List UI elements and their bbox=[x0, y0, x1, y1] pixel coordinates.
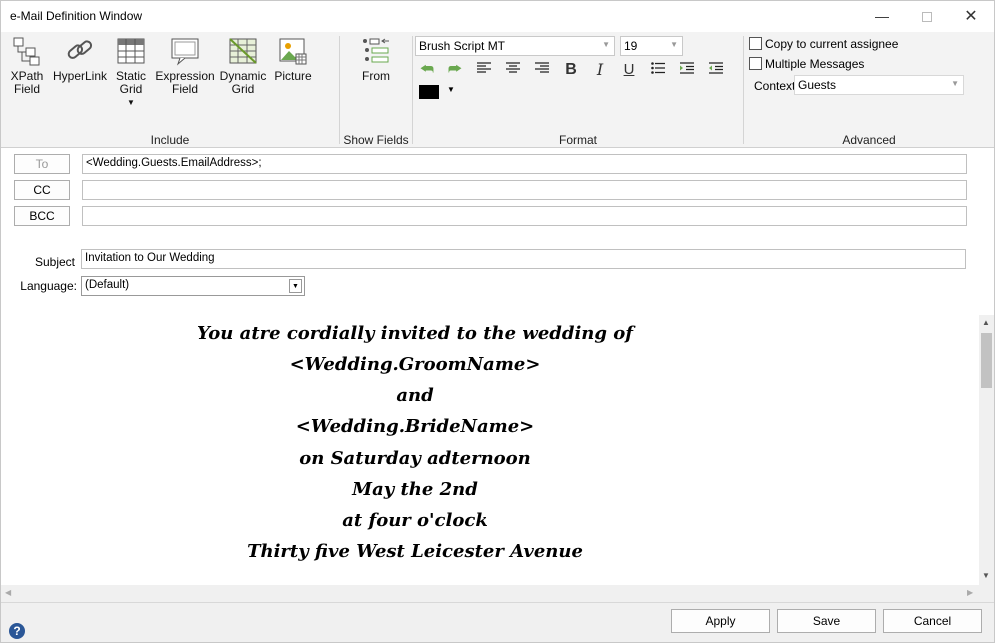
fields-list-icon bbox=[363, 38, 389, 63]
italic-icon[interactable]: I bbox=[589, 60, 611, 80]
subject-field[interactable]: Invitation to Our Wedding bbox=[81, 249, 966, 269]
to-field[interactable]: <Wedding.Guests.EmailAddress>; bbox=[82, 154, 967, 174]
bullet-list-icon[interactable] bbox=[647, 60, 669, 80]
maximize-icon[interactable] bbox=[904, 1, 950, 32]
font-family-select[interactable]: Brush Script MT ▼ bbox=[415, 36, 615, 56]
scroll-up-icon[interactable]: ▲ bbox=[982, 318, 990, 327]
footer-bar: ? Apply Save Cancel bbox=[1, 602, 994, 642]
dynamic-grid-button[interactable]: Dynamic Grid bbox=[218, 36, 268, 96]
cc-field[interactable] bbox=[82, 180, 967, 200]
copy-assignee-checkbox[interactable] bbox=[749, 37, 762, 50]
multiple-messages-checkbox[interactable] bbox=[749, 57, 762, 70]
message-body-editor[interactable]: You atre cordially invited to the weddin… bbox=[9, 315, 979, 583]
include-group-label: Include bbox=[150, 133, 190, 147]
format-group: Brush Script MT ▼ 19 ▼ ⮪ ⮫ B I U ▼ Forma… bbox=[413, 32, 743, 148]
multiple-messages-label: Multiple Messages bbox=[765, 57, 865, 71]
redo-icon[interactable]: ⮫ bbox=[444, 60, 466, 80]
underline-icon[interactable]: U bbox=[618, 60, 640, 80]
undo-icon[interactable]: ⮪ bbox=[416, 60, 438, 80]
title-bar: e-Mail Definition Window — ✕ bbox=[1, 1, 994, 32]
body-line: on Saturday adternoon bbox=[299, 448, 531, 469]
body-line: May the 2nd bbox=[352, 479, 478, 500]
static-grid-button[interactable]: Static Grid ▼ bbox=[111, 36, 151, 109]
minimize-icon[interactable]: — bbox=[859, 1, 905, 32]
cancel-button[interactable]: Cancel bbox=[883, 609, 982, 633]
body-line: and bbox=[396, 385, 434, 406]
align-center-icon[interactable] bbox=[502, 60, 524, 80]
from-button[interactable]: From bbox=[356, 36, 396, 83]
close-icon[interactable]: ✕ bbox=[948, 1, 994, 32]
xpath-field-icon bbox=[13, 37, 40, 66]
window-title: e-Mail Definition Window bbox=[10, 9, 143, 23]
picture-button[interactable]: Picture bbox=[271, 36, 315, 83]
body-line: You atre cordially invited to the weddin… bbox=[197, 323, 633, 344]
scroll-down-icon[interactable]: ▼ bbox=[982, 571, 990, 580]
save-button[interactable]: Save bbox=[777, 609, 876, 633]
chevron-down-icon[interactable]: ▼ bbox=[447, 85, 455, 94]
expression-field-button[interactable]: Expression Field bbox=[155, 36, 215, 96]
chevron-down-icon: ▼ bbox=[289, 279, 302, 293]
body-line: at four o'clock bbox=[342, 510, 488, 531]
format-group-label: Format bbox=[558, 133, 597, 147]
picture-icon bbox=[279, 38, 307, 65]
chevron-down-icon: ▼ bbox=[602, 40, 610, 49]
body-line: <Wedding.BrideName> bbox=[295, 416, 535, 437]
context-label: Context bbox=[754, 79, 796, 93]
grid-icon bbox=[117, 38, 145, 64]
to-button[interactable]: To bbox=[14, 154, 70, 174]
cc-button[interactable]: CC bbox=[14, 180, 70, 200]
scroll-thumb[interactable] bbox=[981, 333, 992, 388]
include-group: XPath Field HyperLink Static Grid ▼ Expr… bbox=[1, 32, 339, 148]
apply-button[interactable]: Apply bbox=[671, 609, 770, 633]
copy-assignee-label: Copy to current assignee bbox=[765, 37, 899, 51]
dynamic-grid-icon bbox=[229, 38, 257, 64]
chevron-down-icon: ▼ bbox=[951, 79, 959, 88]
outdent-icon[interactable] bbox=[705, 60, 727, 80]
email-definition-window: e-Mail Definition Window — ✕ XPath Field bbox=[0, 0, 995, 643]
show-fields-group-label: Show Fields bbox=[343, 133, 409, 147]
advanced-group: Copy to current assignee Multiple Messag… bbox=[744, 32, 994, 148]
expression-field-icon bbox=[171, 38, 199, 66]
bcc-button[interactable]: BCC bbox=[14, 206, 70, 226]
show-fields-group: From Show Fields bbox=[340, 32, 412, 148]
ribbon: XPath Field HyperLink Static Grid ▼ Expr… bbox=[1, 32, 994, 148]
bcc-field[interactable] bbox=[82, 206, 967, 226]
help-icon[interactable]: ? bbox=[9, 623, 25, 639]
indent-icon[interactable] bbox=[676, 60, 698, 80]
align-right-icon[interactable] bbox=[531, 60, 553, 80]
xpath-field-button[interactable]: XPath Field bbox=[5, 36, 49, 96]
scroll-right-icon[interactable]: ▶ bbox=[967, 588, 973, 597]
context-select[interactable]: Guests ▼ bbox=[794, 75, 964, 95]
body-line: <Wedding.GroomName> bbox=[289, 354, 541, 375]
subject-label: Subject bbox=[34, 255, 75, 269]
horizontal-scrollbar[interactable]: ◀ ▶ bbox=[1, 585, 994, 602]
hyperlink-button[interactable]: HyperLink bbox=[51, 36, 109, 83]
body-line: Thirty five West Leicester Avenue bbox=[247, 541, 583, 562]
scroll-left-icon[interactable]: ◀ bbox=[5, 588, 11, 597]
align-left-icon[interactable] bbox=[473, 60, 495, 80]
language-select[interactable]: (Default) ▼ bbox=[81, 276, 305, 296]
font-size-select[interactable]: 19 ▼ bbox=[620, 36, 683, 56]
language-label: Language: bbox=[20, 279, 77, 293]
bold-icon[interactable]: B bbox=[560, 60, 582, 80]
link-icon bbox=[67, 40, 93, 59]
vertical-scrollbar[interactable]: ▲ ▼ bbox=[979, 315, 994, 585]
dropdown-arrow-icon: ▼ bbox=[127, 98, 135, 107]
advanced-group-label: Advanced bbox=[842, 133, 896, 147]
text-color-swatch[interactable] bbox=[419, 85, 439, 99]
chevron-down-icon: ▼ bbox=[670, 40, 678, 49]
